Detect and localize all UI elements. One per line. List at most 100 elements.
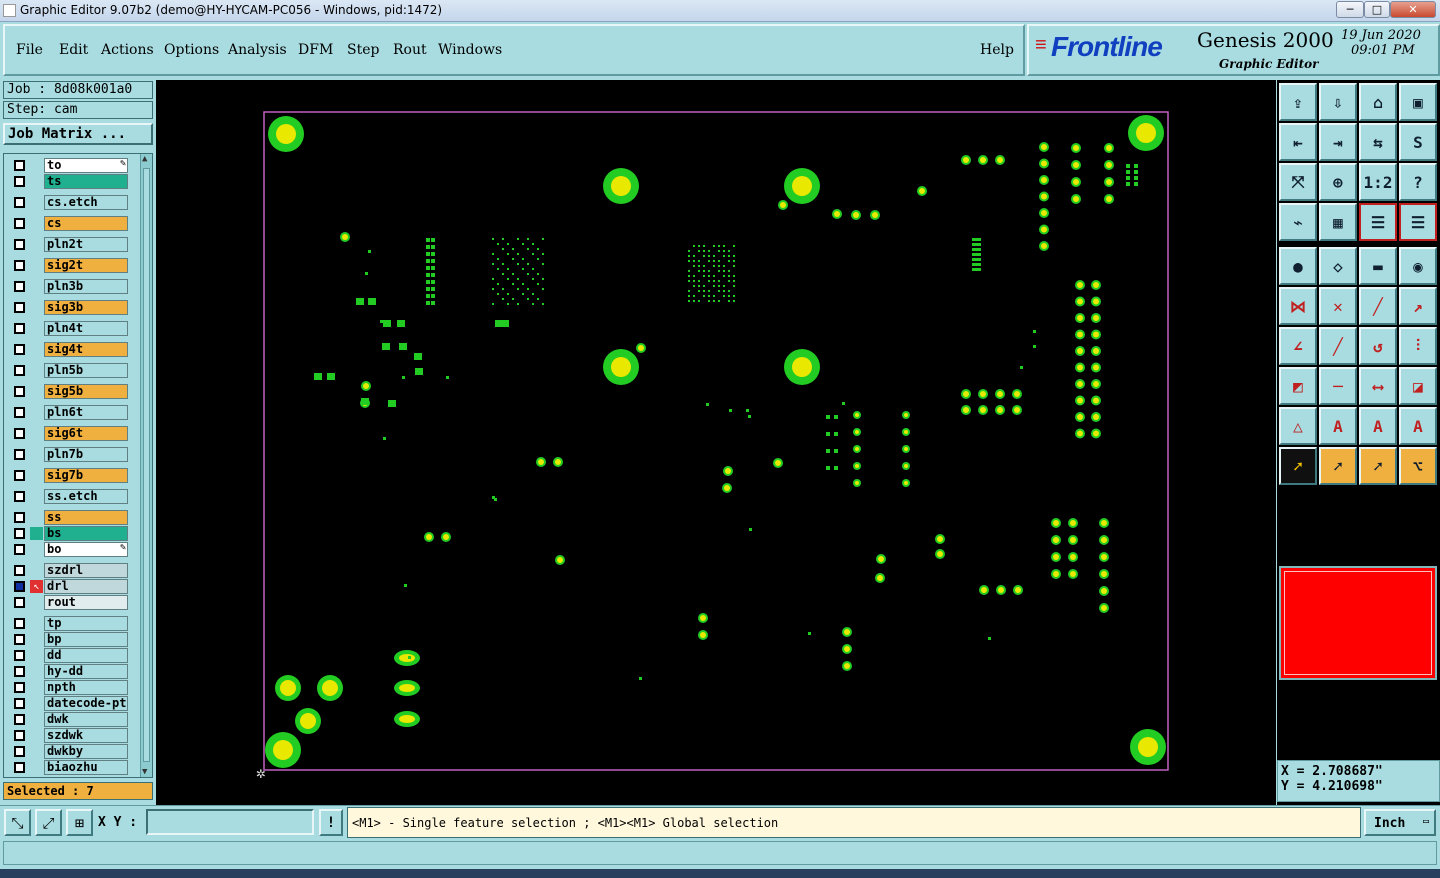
menu-help[interactable]: Help [980, 42, 1014, 58]
layer-row-cs[interactable]: cs [10, 216, 128, 231]
layer-row-bo[interactable]: bo ✎ [10, 542, 128, 557]
layer-row-ss[interactable]: ss [10, 510, 128, 525]
triangle-a-icon[interactable]: A [1319, 407, 1357, 445]
layer-checkbox[interactable] [14, 386, 25, 397]
grid-snap-icon[interactable]: ⊞ [66, 809, 93, 836]
pcb-board-view[interactable] [156, 80, 1276, 805]
job-matrix-button[interactable]: Job Matrix ... [3, 123, 153, 145]
layer-row-pln2t[interactable]: pln2t [10, 237, 128, 252]
layer-row-sig4t[interactable]: sig4t [10, 342, 128, 357]
layer-row-ts[interactable]: ts [10, 174, 128, 189]
window-icon[interactable]: ▣ [1399, 83, 1437, 121]
layer-checkbox[interactable] [14, 302, 25, 313]
layer-name[interactable]: tp [44, 616, 128, 631]
layer-checkbox[interactable] [14, 239, 25, 250]
swap-icon[interactable]: ⇆ [1359, 123, 1397, 161]
layer-row-pln7b[interactable]: pln7b [10, 447, 128, 462]
layer-name[interactable]: sig5b [44, 384, 128, 399]
layer-row-cs.etch[interactable]: cs.etch [10, 195, 128, 210]
layer-row-biaozhu[interactable]: biaozhu [10, 760, 128, 775]
pointer-icon[interactable]: ➚ [1279, 447, 1317, 485]
menu-dfm[interactable]: DFM [298, 42, 333, 58]
split-icon[interactable]: ⫶ [1399, 327, 1437, 365]
triangle-icon[interactable]: △ [1279, 407, 1317, 445]
undo-arc-icon[interactable]: ↺ [1359, 327, 1397, 365]
layer-row-szdrl[interactable]: szdrl [10, 563, 128, 578]
layer-checkbox[interactable] [14, 344, 25, 355]
arrow-line-icon[interactable]: ↗ [1399, 287, 1437, 325]
layer-name[interactable]: ss.etch [44, 489, 128, 504]
triangle-a2-icon[interactable]: A [1359, 407, 1397, 445]
layer-checkbox[interactable] [14, 160, 25, 171]
layer-name[interactable]: dwk [44, 712, 128, 727]
layer-name[interactable]: to [44, 158, 128, 173]
import-icon[interactable]: ⇩ [1319, 83, 1357, 121]
pointer2-icon[interactable]: ➚ [1319, 447, 1357, 485]
layer-name[interactable]: datecode-ptc [44, 696, 128, 711]
maximize-button[interactable]: □ [1364, 1, 1390, 18]
zoom-in-icon[interactable]: ⤢ [35, 809, 62, 836]
scale-1-2[interactable]: 1:2 [1359, 163, 1397, 201]
help-icon[interactable]: ? [1399, 163, 1437, 201]
layer-checkbox[interactable] [14, 260, 25, 271]
layer-row-sig6t[interactable]: sig6t [10, 426, 128, 441]
layer-row-ss.etch[interactable]: ss.etch [10, 489, 128, 504]
layer-name[interactable]: sig3b [44, 300, 128, 315]
triangle-a3-icon[interactable]: A [1399, 407, 1437, 445]
layer-name[interactable]: hy-dd [44, 664, 128, 679]
layer-checkbox[interactable] [14, 682, 25, 693]
layer-checkbox[interactable] [14, 197, 25, 208]
left-icon[interactable]: ⇤ [1279, 123, 1317, 161]
layer-checkbox[interactable] [14, 528, 25, 539]
layer-row-sig5b[interactable]: sig5b [10, 384, 128, 399]
layer-checkbox[interactable] [14, 365, 25, 376]
layers-red-icon[interactable]: ☰ [1359, 203, 1397, 241]
layer-checkbox[interactable] [14, 581, 25, 592]
route-icon[interactable]: ⌥ [1399, 447, 1437, 485]
layer-name[interactable]: sig6t [44, 426, 128, 441]
layer-checkbox[interactable] [14, 470, 25, 481]
scroll-down-icon[interactable]: ▼ [142, 767, 147, 777]
layer-checkbox[interactable] [14, 746, 25, 757]
layer-name[interactable]: biaozhu [44, 760, 128, 775]
layer-row-dwkby[interactable]: dwkby [10, 744, 128, 759]
layer-row-rout[interactable]: rout [10, 595, 128, 610]
circle-icon[interactable]: ◉ [1399, 247, 1437, 285]
layer-name[interactable]: drl [44, 579, 128, 594]
layer-name[interactable]: pln7b [44, 447, 128, 462]
layer-checkbox[interactable] [14, 176, 25, 187]
s-icon[interactable]: S [1399, 123, 1437, 161]
layer-name[interactable]: npth [44, 680, 128, 695]
line-icon[interactable]: ╱ [1359, 287, 1397, 325]
pointer3-icon[interactable]: ➚ [1359, 447, 1397, 485]
layer-row-drl[interactable]: ↖ drl [10, 579, 128, 594]
scroll-up-icon[interactable]: ▲ [142, 154, 147, 164]
graphic-canvas[interactable]: ✲ [156, 80, 1276, 805]
menu-analysis[interactable]: Analysis [228, 42, 287, 58]
layer-checkbox[interactable] [14, 618, 25, 629]
layer-row-dd[interactable]: dd [10, 648, 128, 663]
cross-icon[interactable]: ✕ [1319, 287, 1357, 325]
minus-icon[interactable]: ─ [1319, 367, 1357, 405]
layer-row-datecode-ptc[interactable]: datecode-ptc [10, 696, 128, 711]
box-icon[interactable]: ◩ [1279, 367, 1317, 405]
layer-name[interactable]: bo [44, 542, 128, 557]
layer-name[interactable]: bp [44, 632, 128, 647]
angle-icon[interactable]: ∠ [1279, 327, 1317, 365]
layer-checkbox[interactable] [14, 597, 25, 608]
layer-row-hy-dd[interactable]: hy-dd [10, 664, 128, 679]
layer-name[interactable]: pln5b [44, 363, 128, 378]
layer-checkbox[interactable] [14, 544, 25, 555]
layer-name[interactable]: pln6t [44, 405, 128, 420]
layer-scrollbar[interactable]: ▲ ▼ [140, 154, 152, 777]
menu-rout[interactable]: Rout [393, 42, 427, 58]
layer-name[interactable]: sig4t [44, 342, 128, 357]
layer-name[interactable]: szdrl [44, 563, 128, 578]
home-icon[interactable]: ⌂ [1359, 83, 1397, 121]
layer-row-sig2t[interactable]: sig2t [10, 258, 128, 273]
warning-button[interactable]: ! [319, 809, 343, 836]
measure-icon[interactable]: ⌁ [1279, 203, 1317, 241]
export-icon[interactable]: ⇪ [1279, 83, 1317, 121]
layer-checkbox[interactable] [14, 666, 25, 677]
layer-row-to[interactable]: to ✎ [10, 158, 128, 173]
